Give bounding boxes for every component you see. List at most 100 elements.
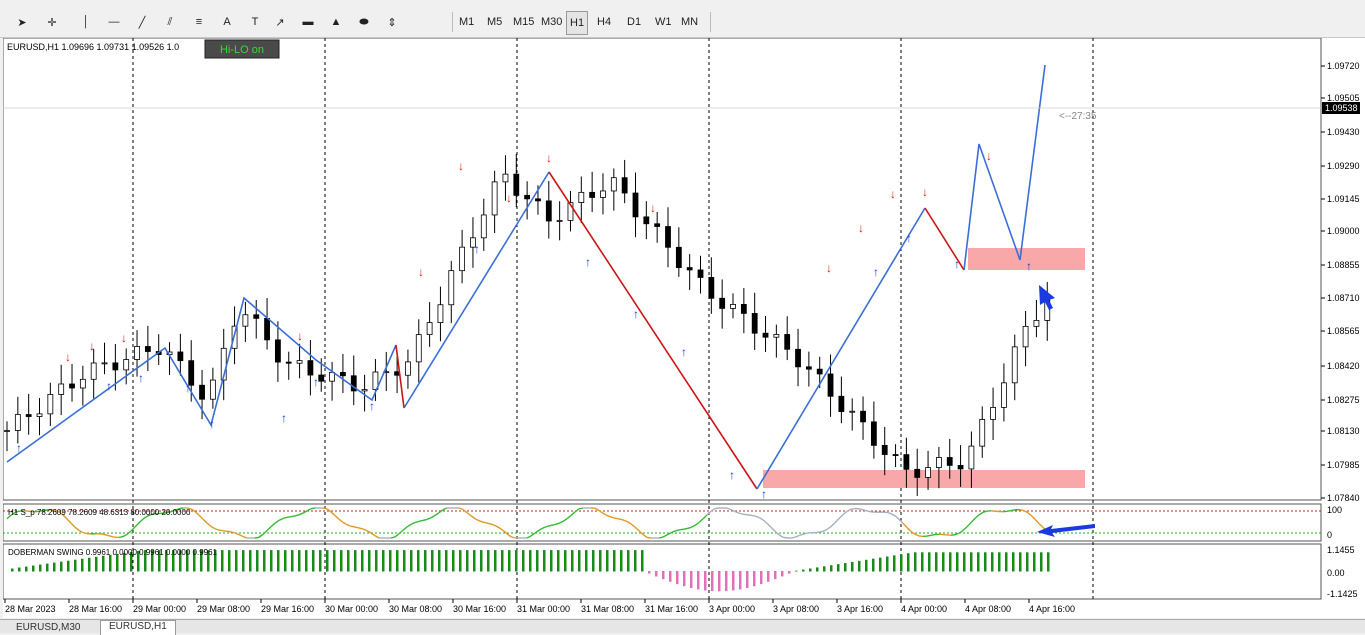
hist-bar-positive bbox=[963, 552, 966, 571]
hist-bar-positive bbox=[235, 550, 238, 571]
candle-bull bbox=[926, 468, 931, 478]
candle-bear bbox=[275, 340, 280, 362]
hist-bar-positive bbox=[809, 569, 812, 572]
candle-bull bbox=[416, 335, 421, 362]
stoch-segment bbox=[111, 536, 115, 537]
hist-bar-positive bbox=[1005, 552, 1008, 571]
fibonacci-icon[interactable]: ≡ bbox=[189, 11, 209, 33]
timeframe-mn[interactable]: MN bbox=[678, 11, 701, 33]
hist-bar-positive bbox=[95, 557, 98, 572]
time-tick-label: 31 Mar 08:00 bbox=[581, 604, 634, 614]
chart-tabs: EURUSD,M30 EURUSD,H1 bbox=[0, 619, 1365, 633]
time-tick-label: 30 Mar 00:00 bbox=[325, 604, 378, 614]
hist-bar-positive bbox=[585, 550, 588, 571]
stoch-segment bbox=[715, 508, 719, 509]
time-tick-label: 29 Mar 00:00 bbox=[133, 604, 186, 614]
timeframe-h4[interactable]: H4 bbox=[594, 11, 614, 33]
timeframe-m5[interactable]: M5 bbox=[484, 11, 505, 33]
chart-canvas[interactable]: ↑↑↑↑↑↑↑↑↑↑↑↑↑↑↑↑↑↑↓↓↓↓↓↓↓↓↓↓↓↓↓↓ 1.09720… bbox=[3, 38, 1365, 618]
candle-bull bbox=[135, 346, 140, 359]
buy-arrow: ↑ bbox=[729, 468, 735, 482]
stoch-segment bbox=[119, 537, 123, 538]
candle-bear bbox=[70, 384, 75, 388]
hist-bar-positive bbox=[627, 550, 630, 571]
stoch-segment bbox=[351, 526, 355, 527]
candle-bull bbox=[5, 431, 10, 432]
rectangle-icon[interactable]: ▬ bbox=[298, 11, 318, 33]
timeframe-m15[interactable]: M15 bbox=[510, 11, 537, 33]
hist-bar-positive bbox=[795, 571, 798, 572]
stoch-segment bbox=[683, 529, 687, 530]
hist-bar-positive bbox=[396, 550, 399, 571]
candle-bear bbox=[893, 455, 898, 456]
hist-bar-positive bbox=[844, 563, 847, 571]
demand-zone-lower bbox=[763, 470, 1085, 488]
candle-bull bbox=[15, 415, 20, 431]
buy-arrow: ↑ bbox=[313, 375, 319, 389]
hist-bar-positive bbox=[893, 555, 896, 571]
hist-bar-positive bbox=[333, 550, 336, 571]
candle-bull bbox=[210, 380, 215, 399]
hist-bar-negative bbox=[788, 571, 791, 574]
stoch-segment bbox=[291, 516, 295, 517]
more-shapes-icon[interactable]: ⇕ bbox=[382, 11, 402, 33]
timeframe-m1[interactable]: M1 bbox=[456, 11, 477, 33]
doberman-axis-label: 1.1455 bbox=[1327, 545, 1355, 555]
hist-bar-positive bbox=[1040, 552, 1043, 571]
candle-bull bbox=[59, 384, 64, 394]
candle-bear bbox=[308, 361, 313, 375]
candle-bear bbox=[698, 270, 703, 277]
timeframe-m30[interactable]: M30 bbox=[538, 11, 565, 33]
hist-bar-positive bbox=[1047, 552, 1050, 571]
tab-eurusd-m30[interactable]: EURUSD,M30 bbox=[8, 622, 88, 634]
sell-arrow: ↓ bbox=[458, 159, 464, 173]
hist-bar-positive bbox=[977, 552, 980, 571]
chart-area[interactable]: ↑↑↑↑↑↑↑↑↑↑↑↑↑↑↑↑↑↑↓↓↓↓↓↓↓↓↓↓↓↓↓↓ 1.09720… bbox=[3, 38, 1365, 618]
stoch-axis-label: 100 bbox=[1327, 505, 1342, 515]
timeframe-h1[interactable]: H1 bbox=[566, 11, 588, 35]
timeframe-d1[interactable]: D1 bbox=[624, 11, 644, 33]
sell-arrow: ↓ bbox=[89, 339, 95, 353]
text-icon[interactable]: A bbox=[217, 11, 237, 33]
buy-arrow: ↑ bbox=[185, 381, 191, 395]
channel-icon[interactable]: ⫽ bbox=[160, 11, 180, 33]
hist-bar-negative bbox=[753, 571, 756, 586]
time-tick-label: 30 Mar 08:00 bbox=[389, 604, 442, 614]
toolbar-separator bbox=[452, 12, 453, 32]
candle-bear bbox=[709, 277, 714, 298]
tab-eurusd-h1[interactable]: EURUSD,H1 bbox=[100, 620, 176, 635]
candle-bull bbox=[405, 362, 410, 375]
vertical-line-icon[interactable]: │ bbox=[76, 11, 96, 33]
sell-arrow: ↓ bbox=[986, 149, 992, 163]
sell-arrow: ↓ bbox=[890, 187, 896, 201]
cursor-icon[interactable]: ➤ bbox=[12, 11, 32, 33]
crosshair-icon[interactable]: ✛ bbox=[42, 11, 62, 33]
triangle-icon[interactable]: ▲ bbox=[326, 11, 346, 33]
candle-bear bbox=[535, 199, 540, 201]
candle-bull bbox=[330, 372, 335, 381]
time-tick-label: 3 Apr 08:00 bbox=[773, 604, 819, 614]
trendline-icon[interactable]: ╱ bbox=[132, 11, 152, 33]
current-price-label: 1.09538 bbox=[1325, 103, 1358, 113]
timeframe-w1[interactable]: W1 bbox=[652, 11, 675, 33]
hist-bar-positive bbox=[473, 550, 476, 571]
candle-bull bbox=[731, 304, 736, 308]
text-label-icon[interactable]: T bbox=[245, 11, 265, 33]
stoch-segment bbox=[803, 533, 807, 534]
arrow-icon[interactable]: ↗ bbox=[270, 11, 290, 33]
candle-bull bbox=[936, 458, 941, 468]
hist-bar-positive bbox=[375, 550, 378, 571]
stoch-segment bbox=[751, 515, 755, 516]
price-tick-label: 1.09290 bbox=[1327, 161, 1360, 171]
hist-bar-positive bbox=[319, 550, 322, 571]
hist-bar-positive bbox=[263, 550, 266, 571]
hist-bar-positive bbox=[67, 561, 70, 572]
price-tick-label: 1.08420 bbox=[1327, 361, 1360, 371]
hist-bar-positive bbox=[382, 550, 385, 571]
hist-bar-positive bbox=[914, 552, 917, 571]
horizontal-line-icon[interactable]: ― bbox=[104, 11, 124, 33]
candle-bear bbox=[200, 385, 205, 399]
hist-bar-negative bbox=[655, 571, 658, 576]
hist-bar-positive bbox=[921, 552, 924, 571]
ellipse-icon[interactable]: ⬬ bbox=[354, 11, 374, 33]
